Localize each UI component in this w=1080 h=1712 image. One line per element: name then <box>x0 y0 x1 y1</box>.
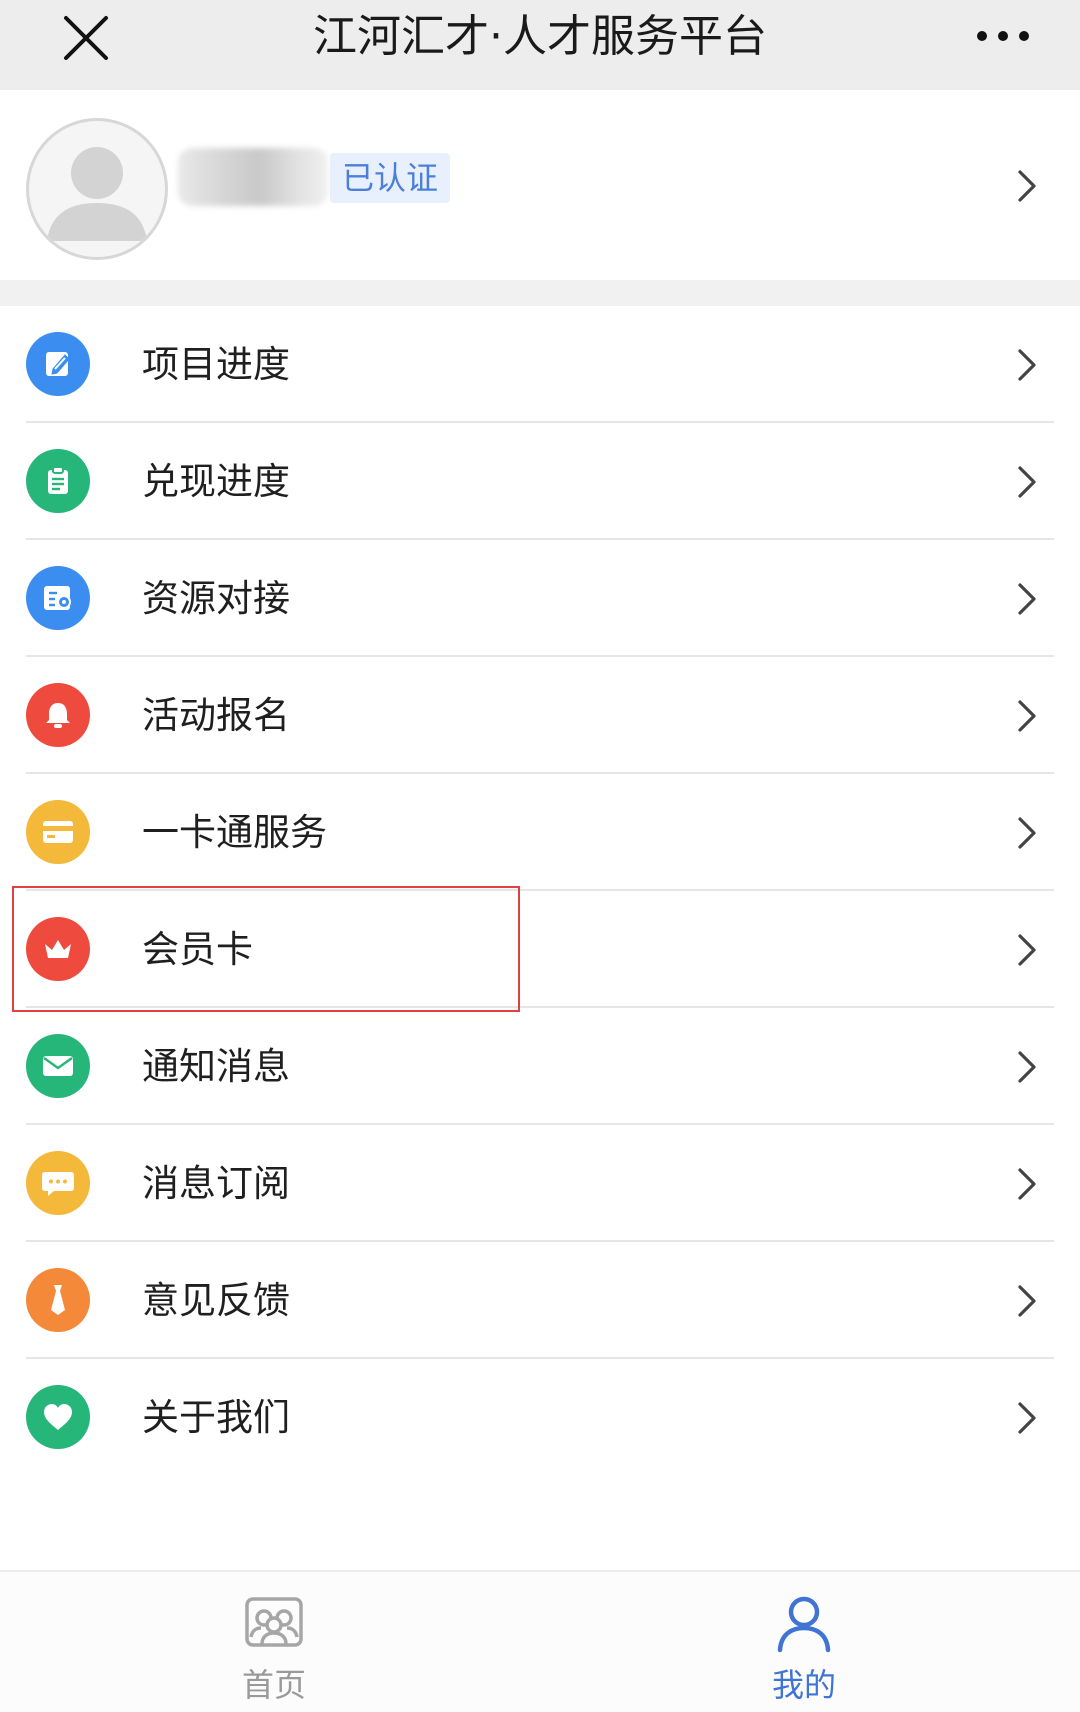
tab-home-label: 首页 <box>241 1666 306 1704</box>
document-icon <box>26 566 90 630</box>
chevron-right-icon <box>1018 700 1036 732</box>
title-bar: 江河汇才·人才服务平台 <box>0 0 1080 90</box>
menu-item-label: 消息订阅 <box>142 1162 290 1205</box>
bottom-tab-bar: 首页 我的 <box>0 1570 1080 1712</box>
chevron-right-icon <box>1018 349 1036 381</box>
blurred-username <box>178 148 328 206</box>
menu-item-label: 活动报名 <box>142 694 290 737</box>
menu-item-label: 意见反馈 <box>142 1279 290 1322</box>
menu-item-message-subscription[interactable]: 消息订阅 <box>0 1125 1080 1242</box>
group-icon <box>245 1597 303 1647</box>
menu-item-notifications[interactable]: 通知消息 <box>0 1008 1080 1125</box>
profile-row[interactable]: 已认证 <box>0 90 1080 280</box>
more-icon[interactable] <box>970 18 1050 54</box>
clipboard-icon <box>26 449 90 513</box>
menu-item-label: 通知消息 <box>142 1045 290 1088</box>
edit-icon <box>26 332 90 396</box>
menu-item-label: 关于我们 <box>142 1396 290 1439</box>
menu-item-label: 一卡通服务 <box>142 811 327 854</box>
tab-mine[interactable]: 我的 <box>724 1572 884 1712</box>
menu-item-feedback[interactable]: 意见反馈 <box>0 1242 1080 1359</box>
menu-item-label: 资源对接 <box>142 577 290 620</box>
avatar[interactable] <box>26 118 168 260</box>
chevron-right-icon <box>1018 817 1036 849</box>
tie-icon <box>26 1268 90 1332</box>
menu-item-project-progress[interactable]: 项目进度 <box>0 306 1080 423</box>
menu-item-resource-matching[interactable]: 资源对接 <box>0 540 1080 657</box>
highlight-annotation <box>12 886 520 1012</box>
chevron-right-icon <box>1018 170 1036 202</box>
user-icon <box>777 1596 831 1653</box>
chat-icon <box>26 1151 90 1215</box>
chevron-right-icon <box>1018 1402 1036 1434</box>
menu-item-redemption-progress[interactable]: 兑现进度 <box>0 423 1080 540</box>
user-silhouette-icon <box>47 147 147 241</box>
mail-icon <box>26 1034 90 1098</box>
chevron-right-icon <box>1018 1168 1036 1200</box>
card-icon <box>26 800 90 864</box>
chevron-right-icon <box>1018 1051 1036 1083</box>
tab-mine-label: 我的 <box>771 1666 836 1704</box>
chevron-right-icon <box>1018 583 1036 615</box>
tab-home[interactable]: 首页 <box>194 1572 354 1712</box>
chevron-right-icon <box>1018 1285 1036 1317</box>
menu-item-about-us[interactable]: 关于我们 <box>0 1359 1080 1476</box>
chevron-right-icon <box>1018 934 1036 966</box>
verified-badge: 已认证 <box>330 153 451 203</box>
menu-item-event-signup[interactable]: 活动报名 <box>0 657 1080 774</box>
menu-item-label: 兑现进度 <box>142 460 290 503</box>
heart-icon <box>26 1385 90 1449</box>
menu-item-one-card-service[interactable]: 一卡通服务 <box>0 774 1080 891</box>
menu-item-label: 项目进度 <box>142 343 290 386</box>
section-divider <box>0 280 1080 306</box>
bell-icon <box>26 683 90 747</box>
chevron-right-icon <box>1018 466 1036 498</box>
page-title: 江河汇才·人才服务平台 <box>313 11 767 62</box>
